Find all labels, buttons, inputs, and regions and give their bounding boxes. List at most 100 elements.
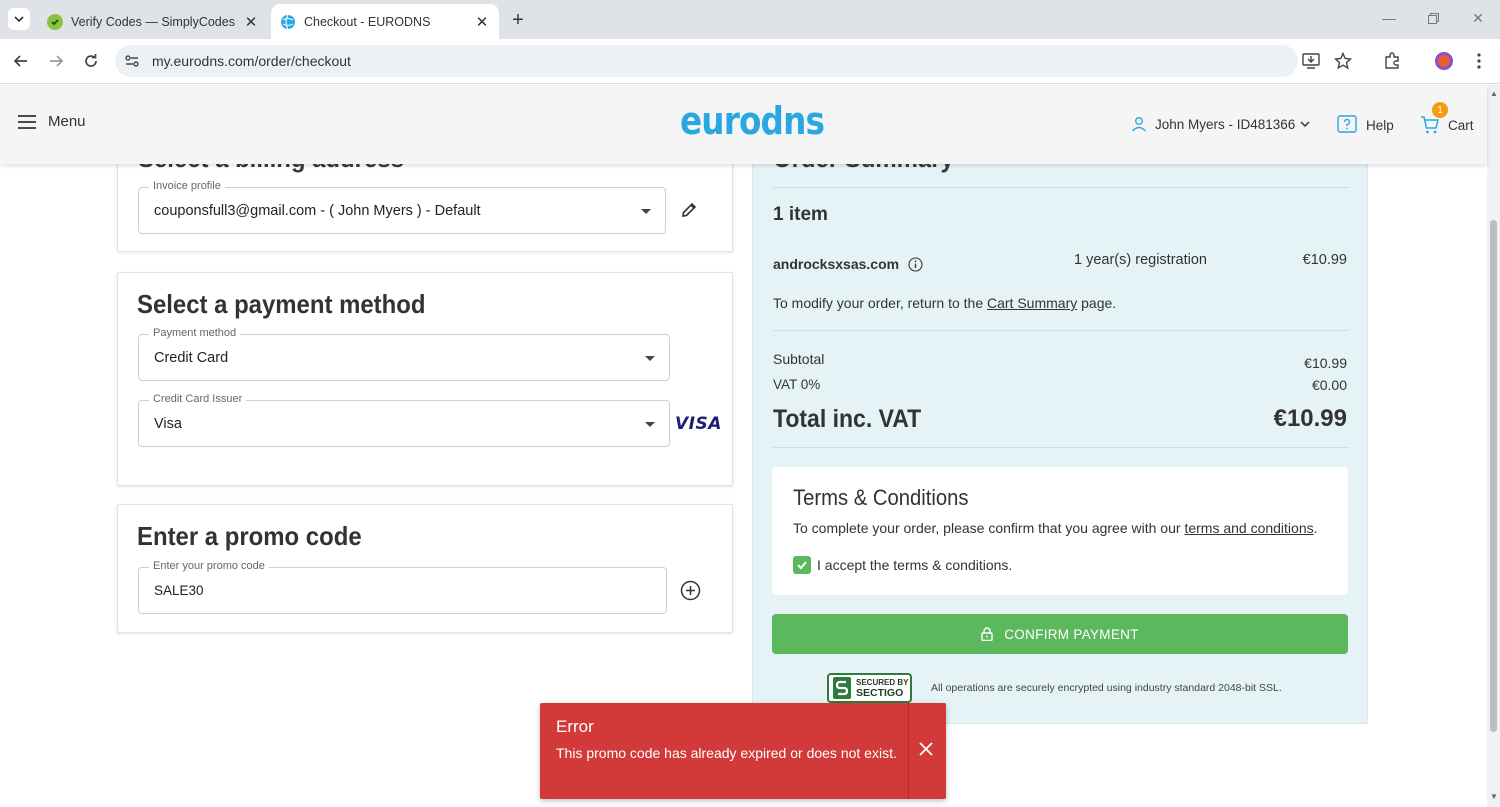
- cart-count-badge: 1: [1432, 102, 1448, 118]
- info-icon[interactable]: [908, 256, 923, 272]
- caret-down-icon: [645, 422, 655, 427]
- scroll-thumb[interactable]: [1490, 220, 1497, 732]
- card-issuer-value: Visa: [154, 416, 182, 432]
- close-tab-icon[interactable]: ✕: [242, 13, 260, 31]
- confirm-payment-label: CONFIRM PAYMENT: [1004, 626, 1139, 642]
- invoice-profile-label: Invoice profile: [149, 180, 225, 192]
- total-value: €10.99: [1273, 405, 1347, 432]
- tab-checkout-eurodns[interactable]: Checkout - EURODNS ✕: [271, 4, 499, 39]
- payment-method-card: Select a payment method Payment method C…: [117, 272, 733, 486]
- payment-method-label: Payment method: [149, 327, 241, 339]
- chevron-down-icon: [1300, 121, 1310, 128]
- toast-title: Error: [556, 717, 594, 736]
- profile-avatar-icon[interactable]: [1433, 50, 1455, 72]
- back-arrow-icon[interactable]: [10, 50, 32, 72]
- promo-code-label: Enter your promo code: [149, 560, 269, 572]
- terms-text: To complete your order, please confirm t…: [793, 520, 1318, 536]
- simplycodes-favicon-icon: [47, 13, 63, 30]
- cart-summary-link[interactable]: Cart Summary: [987, 295, 1077, 311]
- payment-method-value: Credit Card: [154, 350, 229, 366]
- modify-suffix: page.: [1077, 295, 1117, 311]
- site-settings-icon[interactable]: [122, 51, 142, 71]
- invoice-profile-select[interactable]: Invoice profile couponsfull3@gmail.com -…: [138, 180, 666, 234]
- cart-icon: [1421, 116, 1439, 134]
- promo-heading: Enter a promo code: [137, 521, 362, 551]
- menu-button[interactable]: Menu: [18, 113, 86, 130]
- reload-icon[interactable]: [80, 50, 102, 72]
- card-issuer-label: Credit Card Issuer: [149, 393, 247, 405]
- accept-terms-checkbox[interactable]: [793, 556, 811, 574]
- install-app-icon[interactable]: [1300, 50, 1322, 72]
- caret-down-icon: [645, 356, 655, 361]
- user-icon: [1131, 117, 1147, 132]
- globe-favicon-icon: [280, 14, 296, 30]
- promo-code-card: Enter a promo code Enter your promo code…: [117, 504, 733, 633]
- error-toast: Error This promo code has already expire…: [540, 703, 946, 799]
- close-tab-icon[interactable]: ✕: [473, 13, 491, 31]
- visa-logo: VISA: [675, 414, 722, 434]
- terms-suffix: .: [1313, 520, 1318, 536]
- cart-button[interactable]: 1 Cart: [1420, 102, 1474, 135]
- site-header: Menu eurodns John Myers - ID481366 Help …: [0, 85, 1487, 164]
- promo-code-input[interactable]: Enter your promo code SALE30: [138, 560, 667, 614]
- cart-label: Cart: [1448, 117, 1474, 133]
- terms-prefix: To complete your order, please confirm t…: [793, 520, 1185, 536]
- minimize-icon[interactable]: —: [1379, 8, 1399, 28]
- modify-prefix: To modify your order, return to the: [773, 295, 987, 311]
- invoice-profile-value: couponsfull3@gmail.com - ( John Myers ) …: [154, 203, 481, 219]
- sectigo-badge[interactable]: SECURED BY SECTIGO: [827, 673, 912, 703]
- lock-icon: [981, 627, 993, 641]
- extensions-puzzle-icon[interactable]: [1381, 50, 1403, 72]
- edit-pencil-icon[interactable]: [680, 201, 700, 221]
- hamburger-icon: [18, 114, 36, 129]
- terms-conditions-box: Terms & Conditions To complete your orde…: [772, 467, 1348, 595]
- restore-icon[interactable]: [1423, 8, 1443, 28]
- new-tab-plus-icon[interactable]: +: [507, 9, 529, 31]
- close-window-icon[interactable]: ✕: [1468, 8, 1488, 28]
- tab-search-chevron-icon[interactable]: [8, 8, 30, 30]
- domain-name: androcksxsas.com: [773, 256, 900, 272]
- checkmark-icon: [797, 561, 807, 570]
- item-count: 1 item: [773, 204, 828, 225]
- url-text: my.eurodns.com/order/checkout: [152, 53, 351, 69]
- bookmark-star-icon[interactable]: [1332, 50, 1354, 72]
- card-issuer-select[interactable]: Credit Card Issuer Visa: [138, 393, 670, 447]
- scroll-up-arrow-icon[interactable]: ▲: [1490, 90, 1498, 98]
- ssl-note: All operations are securely encrypted us…: [931, 682, 1282, 694]
- registration-term: 1 year(s) registration: [1074, 252, 1207, 268]
- sectigo-line1: SECURED BY: [856, 677, 909, 687]
- caret-down-icon: [641, 209, 651, 214]
- menu-label: Menu: [48, 113, 86, 130]
- add-circle-plus-icon[interactable]: [680, 580, 701, 601]
- user-account-dropdown[interactable]: John Myers - ID481366: [1131, 116, 1310, 132]
- eurodns-logo[interactable]: eurodns: [680, 99, 825, 143]
- browser-menu-kebab-icon[interactable]: [1468, 50, 1490, 72]
- divider: [773, 330, 1349, 331]
- help-question-icon: [1337, 115, 1357, 133]
- accept-terms-label[interactable]: I accept the terms & conditions.: [817, 557, 1012, 573]
- promo-code-value: SALE30: [154, 583, 204, 598]
- close-toast-icon[interactable]: [918, 741, 936, 759]
- payment-method-select[interactable]: Payment method Credit Card: [138, 327, 670, 381]
- vat-label: VAT 0%: [773, 377, 821, 392]
- vat-value: €0.00: [1311, 377, 1347, 393]
- sectigo-shield-icon: [833, 677, 851, 699]
- tab-simplycodes[interactable]: Verify Codes — SimplyCodes ✕: [38, 4, 268, 39]
- toast-divider: [908, 703, 909, 799]
- scroll-down-arrow-icon[interactable]: ▼: [1490, 793, 1498, 801]
- confirm-payment-button[interactable]: CONFIRM PAYMENT: [772, 614, 1348, 654]
- user-label: John Myers - ID481366: [1155, 116, 1296, 132]
- sectigo-text: SECURED BY SECTIGO: [856, 678, 908, 699]
- help-button[interactable]: Help: [1337, 115, 1394, 135]
- modify-order-note: To modify your order, return to the Cart…: [773, 295, 1116, 311]
- browser-tab-bar: Verify Codes — SimplyCodes ✕ Checkout - …: [0, 0, 1500, 39]
- browser-toolbar: my.eurodns.com/order/checkout: [0, 39, 1500, 84]
- address-bar[interactable]: my.eurodns.com/order/checkout: [115, 45, 1298, 77]
- tab-title: Checkout - EURODNS: [304, 14, 431, 29]
- terms-link[interactable]: terms and conditions: [1184, 520, 1313, 536]
- tab-title: Verify Codes — SimplyCodes: [71, 14, 235, 29]
- order-line-domain: androcksxsas.com: [773, 256, 923, 272]
- help-label: Help: [1366, 117, 1394, 133]
- page-scrollbar[interactable]: ▲ ▼: [1487, 85, 1500, 807]
- forward-arrow-icon[interactable]: [45, 50, 67, 72]
